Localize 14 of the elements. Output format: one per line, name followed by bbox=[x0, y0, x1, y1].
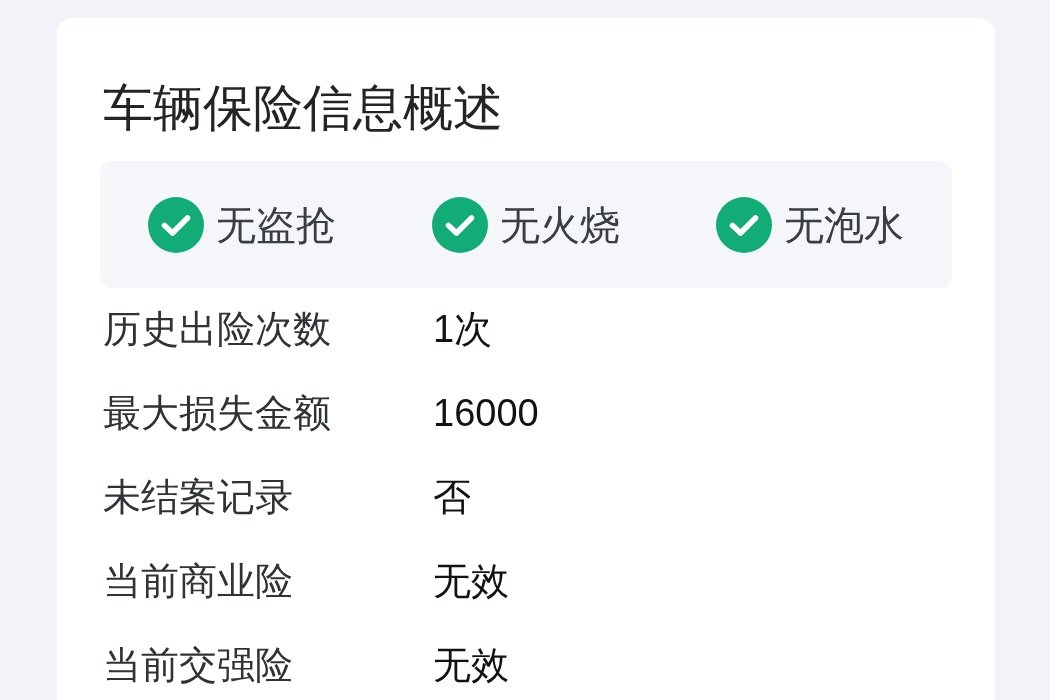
field-label: 当前商业险 bbox=[103, 559, 293, 605]
badge-label: 无火烧 bbox=[500, 201, 620, 249]
field-label: 未结案记录 bbox=[103, 475, 293, 521]
field-value: 1次 bbox=[433, 307, 493, 353]
field-value: 16000 bbox=[433, 391, 539, 437]
field-value: 无效 bbox=[433, 643, 509, 689]
field-label: 当前交强险 bbox=[103, 643, 293, 689]
field-value: 无效 bbox=[433, 559, 509, 605]
card-title: 车辆保险信息概述 bbox=[103, 79, 503, 138]
badge-label: 无泡水 bbox=[784, 201, 904, 249]
badge-label: 无盗抢 bbox=[216, 201, 336, 249]
field-value: 否 bbox=[433, 475, 471, 521]
field-label: 最大损失金额 bbox=[103, 391, 331, 437]
field-label: 历史出险次数 bbox=[103, 307, 331, 353]
